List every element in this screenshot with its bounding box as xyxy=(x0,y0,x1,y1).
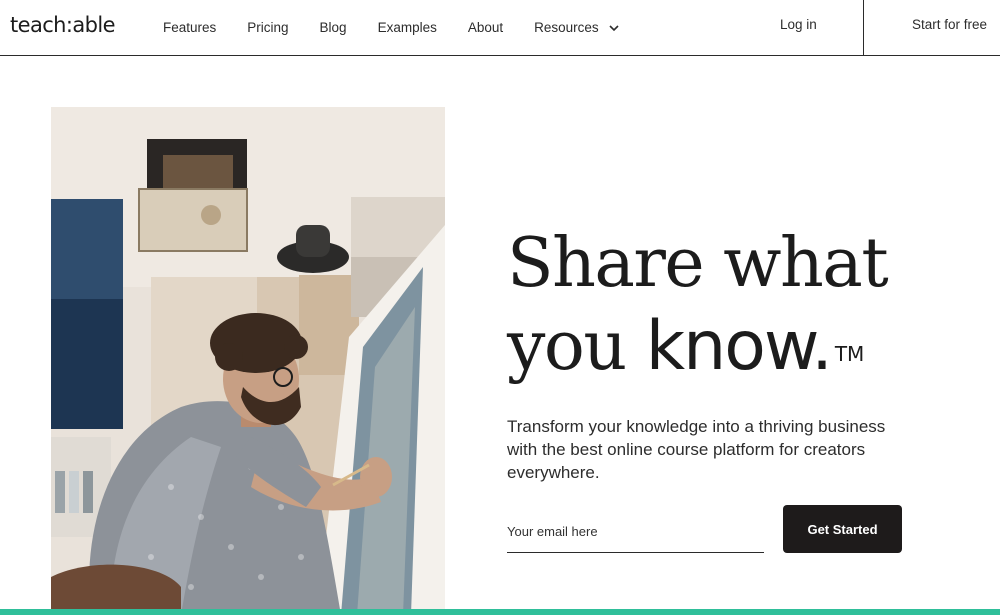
hero-photo xyxy=(51,107,445,615)
trademark-mark: TM xyxy=(834,342,865,366)
chevron-down-icon xyxy=(608,22,620,34)
nav-item-resources-label: Resources xyxy=(534,20,599,35)
headline-line2-light: you xyxy=(507,307,646,386)
nav-item-examples[interactable]: Examples xyxy=(378,20,437,35)
email-field[interactable] xyxy=(507,510,764,553)
headline-line2: you know. TM xyxy=(507,305,977,388)
site-header: teach:able Features Pricing Blog Example… xyxy=(0,0,1000,56)
hero-headline: Share what you know. TM xyxy=(507,222,977,388)
header-divider xyxy=(863,0,864,55)
nav-item-resources[interactable]: Resources xyxy=(534,20,620,35)
nav-item-pricing[interactable]: Pricing xyxy=(247,20,288,35)
logo[interactable]: teach:able xyxy=(10,12,116,38)
get-started-button[interactable]: Get Started xyxy=(783,505,902,553)
nav-item-features[interactable]: Features xyxy=(163,20,216,35)
headline-line2-strong: know. xyxy=(645,307,833,386)
nav-item-about[interactable]: About xyxy=(468,20,503,35)
start-for-free-link[interactable]: Start for free xyxy=(912,17,987,32)
accent-bar xyxy=(0,609,1000,615)
hero-subhead: Transform your knowledge into a thriving… xyxy=(507,417,886,482)
login-link[interactable]: Log in xyxy=(780,17,817,32)
main-nav: Features Pricing Blog Examples About Res… xyxy=(163,0,651,55)
headline-line1: Share what xyxy=(507,224,889,303)
nav-item-blog[interactable]: Blog xyxy=(320,20,347,35)
artist-painting-photo xyxy=(51,107,445,615)
